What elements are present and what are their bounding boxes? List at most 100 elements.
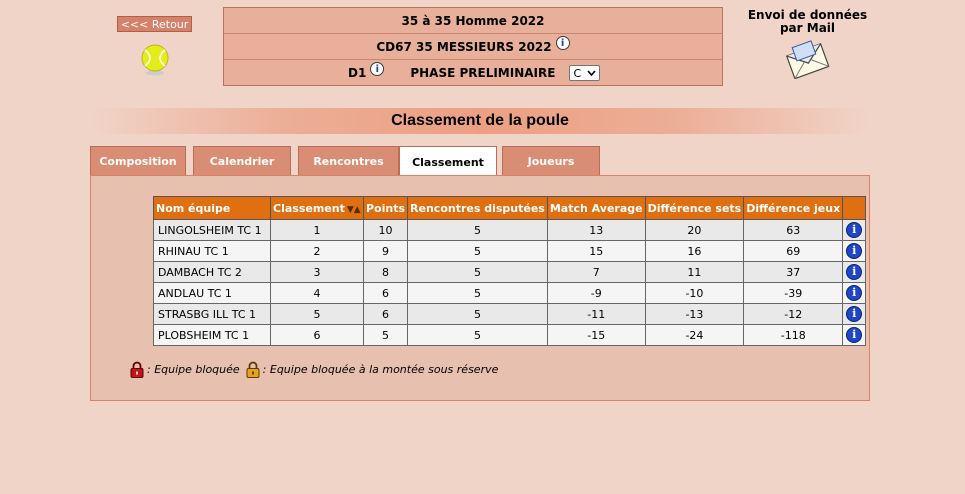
points: 6 [362,282,409,304]
team-name: DAMBACH TC 2 [153,261,271,283]
match-average: 7 [546,261,646,283]
points: 10 [362,219,409,241]
info-cell: i [842,219,867,241]
legend-locked-reserve-label: : Equipe bloquée à la montée sous réserv… [262,363,499,376]
page-title: Classement de la poule [391,112,569,129]
points: 6 [362,303,409,325]
col-header-match-average[interactable]: Match Average [546,196,646,220]
match-average: -11 [546,303,646,325]
rank: 6 [270,324,364,346]
ranking-table: Nom équipe Classement ▼▲ Points Rencontre… [153,196,867,346]
legend: : Equipe bloquée : Equipe bloquée à la m… [127,361,498,378]
points: 5 [362,324,409,346]
team-name: LINGOLSHEIM TC 1 [153,219,271,241]
diff-sets: 16 [644,240,745,262]
info-icon[interactable]: i [846,306,863,322]
phase-row: D1 i PHASE PRELIMINAIRE C [224,60,722,86]
competition-title-row: 35 à 35 Homme 2022 [224,8,722,34]
col-header-points[interactable]: Points [362,196,409,220]
team-name: PLOBSHEIM TC 1 [153,324,271,346]
diff-games: 69 [743,240,844,262]
tab-calendrier[interactable]: Calendrier [193,146,291,176]
level-label: D1 [348,66,367,80]
info-icon[interactable]: i [846,327,863,343]
info-icon[interactable]: i [370,62,385,76]
chevron-down-icon [587,70,597,76]
table-row: LINGOLSHEIM TC 1 1 10 5 13 20 63 i [153,219,867,241]
matches-played: 5 [407,240,548,262]
diff-sets: -13 [644,303,745,325]
info-icon[interactable]: i [846,243,863,259]
info-icon[interactable]: i [555,35,570,50]
col-header-played[interactable]: Rencontres disputées [407,196,548,220]
diff-sets: 11 [644,261,745,283]
points: 8 [362,261,409,283]
division-title: CD67 35 MESSIEURS 2022 [376,39,552,54]
ranking-panel: Nom équipe Classement ▼▲ Points Rencontre… [90,175,870,401]
col-header-rank[interactable]: Classement ▼▲ [270,196,364,220]
info-icon[interactable]: i [846,222,863,238]
sort-icon[interactable]: ▼▲ [347,205,361,215]
tab-classement[interactable]: Classement [399,146,497,177]
col-header-team[interactable]: Nom équipe [153,196,271,220]
lock-orange-icon [246,361,260,378]
legend-locked-label: : Equipe bloquée [147,363,240,376]
phase-label: PHASE PRELIMINAIRE [410,66,556,80]
tab-rencontres[interactable]: Rencontres [298,146,399,176]
match-average: 13 [546,219,646,241]
col-header-diff-sets[interactable]: Différence sets [644,196,745,220]
info-cell: i [842,240,867,262]
matches-played: 5 [407,261,548,283]
diff-games: -39 [743,282,844,304]
col-header-info [842,196,867,220]
team-name: ANDLAU TC 1 [153,282,271,304]
competition-title: 35 à 35 Homme 2022 [401,13,545,28]
back-button[interactable]: <<< Retour [117,16,192,32]
match-average: -9 [546,282,646,304]
info-cell: i [842,282,867,304]
info-cell: i [842,261,867,283]
matches-played: 5 [407,324,548,346]
mail-export[interactable]: Envoi de données par Mail [745,9,870,82]
diff-sets: -10 [644,282,745,304]
info-icon[interactable]: i [846,264,863,280]
team-name: RHINAU TC 1 [153,240,271,262]
lock-red-icon [130,361,144,378]
rank: 1 [270,219,364,241]
title-band: Classement de la poule [90,108,870,134]
tennis-ball-icon [141,44,169,76]
rank: 2 [270,240,364,262]
poule-select[interactable]: C [569,65,601,81]
table-row: ANDLAU TC 1 4 6 5 -9 -10 -39 i [153,282,867,304]
diff-sets: 20 [644,219,745,241]
rank: 3 [270,261,364,283]
points: 9 [362,240,409,262]
matches-played: 5 [407,219,548,241]
info-icon[interactable]: i [846,285,863,301]
info-cell: i [842,303,867,325]
table-row: PLOBSHEIM TC 1 6 5 5 -15 -24 -118 i [153,324,867,346]
diff-games: -118 [743,324,844,346]
diff-games: 37 [743,261,844,283]
match-average: 15 [546,240,646,262]
diff-sets: -24 [644,324,745,346]
matches-played: 5 [407,303,548,325]
division-row: CD67 35 MESSIEURS 2022 i [224,34,722,60]
envelope-icon[interactable] [785,39,831,80]
tab-composition[interactable]: Composition [90,146,186,176]
col-header-diff-games[interactable]: Différence jeux [743,196,844,220]
match-average: -15 [546,324,646,346]
table-row: DAMBACH TC 2 3 8 5 7 11 37 i [153,261,867,283]
info-cell: i [842,324,867,346]
rank: 4 [270,282,364,304]
team-name: STRASBG ILL TC 1 [153,303,271,325]
competition-header: 35 à 35 Homme 2022 CD67 35 MESSIEURS 202… [223,7,723,86]
diff-games: 63 [743,219,844,241]
diff-games: -12 [743,303,844,325]
table-row: RHINAU TC 1 2 9 5 15 16 69 i [153,240,867,262]
tab-joueurs[interactable]: Joueurs [502,146,600,176]
rank: 5 [270,303,364,325]
table-row: STRASBG ILL TC 1 5 6 5 -11 -13 -12 i [153,303,867,325]
matches-played: 5 [407,282,548,304]
mail-label-line2: par Mail [779,21,836,35]
